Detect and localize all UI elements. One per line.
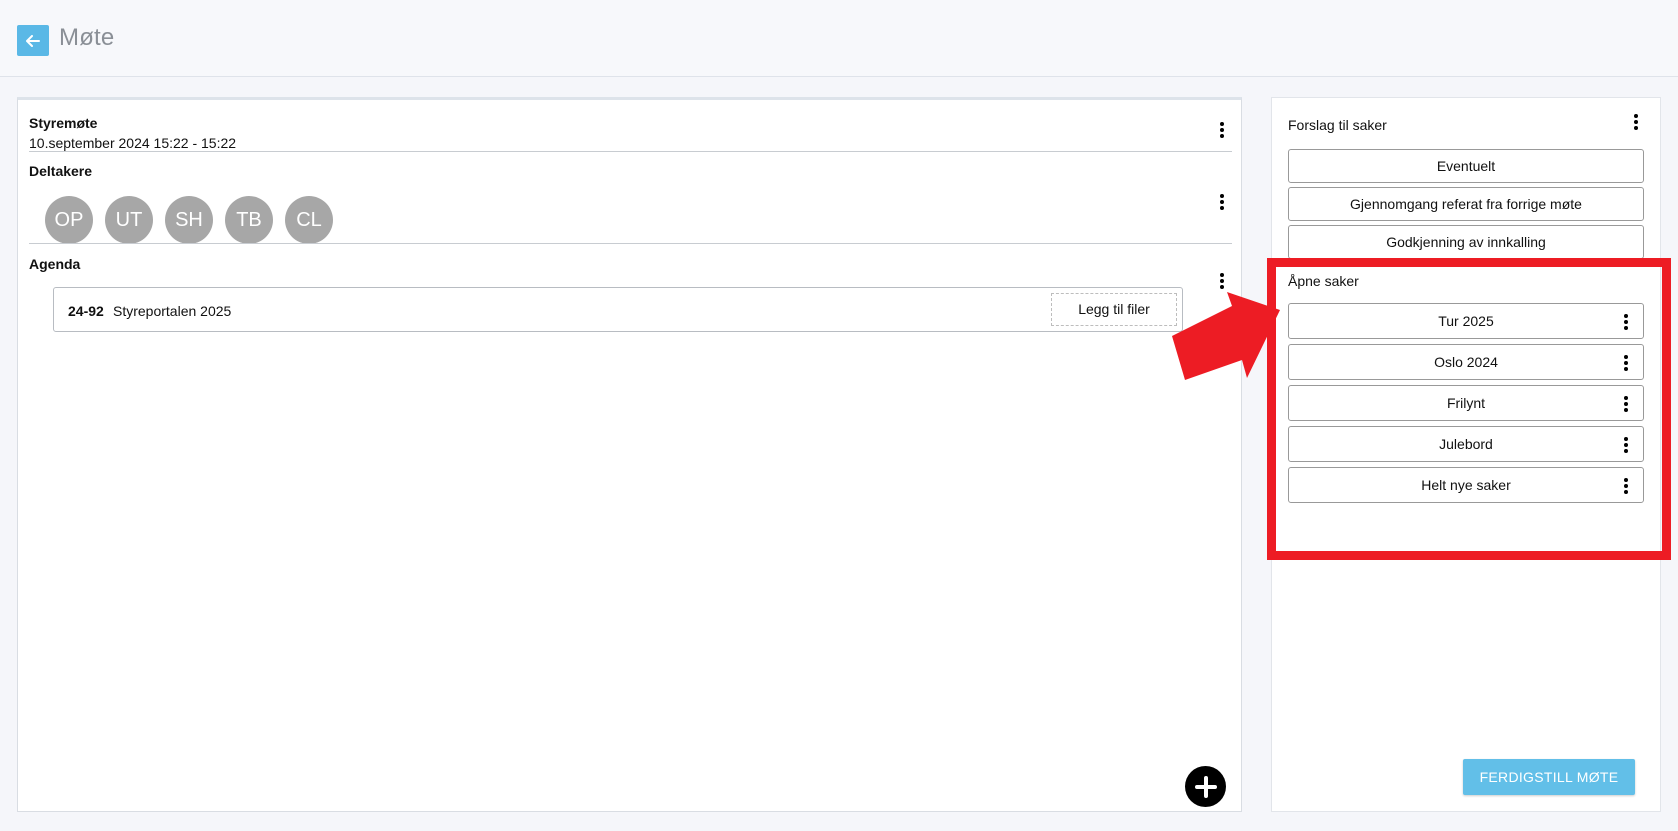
suggestion-button[interactable]: Gjennomgang referat fra forrige møte bbox=[1288, 187, 1644, 221]
agenda-item-name: Styreportalen 2025 bbox=[113, 303, 232, 319]
avatar[interactable]: TB bbox=[225, 196, 273, 244]
participants-label: Deltakere bbox=[29, 163, 93, 179]
back-button[interactable] bbox=[17, 25, 49, 56]
meeting-date: 10.september 2024 15:22 - 15:22 bbox=[29, 135, 237, 151]
meeting-menu-icon[interactable] bbox=[1215, 119, 1229, 141]
suggestion-button[interactable]: Godkjenning av innkalling bbox=[1288, 225, 1644, 259]
suggestions-menu-icon[interactable] bbox=[1629, 111, 1643, 133]
page-header: Møte bbox=[0, 0, 1678, 77]
avatar[interactable]: UT bbox=[105, 196, 153, 244]
plus-icon bbox=[1194, 775, 1217, 798]
suggestions-label: Forslag til saker bbox=[1288, 117, 1387, 133]
meeting-panel: Styremøte 10.september 2024 15:22 - 15:2… bbox=[17, 97, 1242, 812]
agenda-label: Agenda bbox=[29, 256, 81, 272]
avatar[interactable]: OP bbox=[45, 196, 93, 244]
meeting-title: Styremøte bbox=[29, 115, 98, 131]
participants-list: OP UT SH TB CL bbox=[45, 196, 333, 244]
annotation-highlight-box bbox=[1267, 258, 1671, 560]
add-agenda-item-button[interactable] bbox=[1185, 766, 1226, 807]
avatar[interactable]: SH bbox=[165, 196, 213, 244]
agenda-item[interactable]: 24-92 Styreportalen 2025 Legg til filer bbox=[53, 287, 1183, 332]
add-files-button[interactable]: Legg til filer bbox=[1051, 293, 1177, 326]
divider bbox=[29, 243, 1232, 244]
annotation-arrow-icon bbox=[1172, 292, 1280, 380]
participants-menu-icon[interactable] bbox=[1215, 191, 1229, 213]
divider bbox=[29, 151, 1232, 152]
suggestion-button[interactable]: Eventuelt bbox=[1288, 149, 1644, 183]
page-title: Møte bbox=[59, 24, 115, 51]
finish-meeting-button[interactable]: FERDIGSTILL MØTE bbox=[1463, 759, 1635, 795]
arrow-left-icon bbox=[26, 34, 40, 47]
avatar[interactable]: CL bbox=[285, 196, 333, 244]
agenda-item-number: 24-92 bbox=[68, 303, 104, 319]
